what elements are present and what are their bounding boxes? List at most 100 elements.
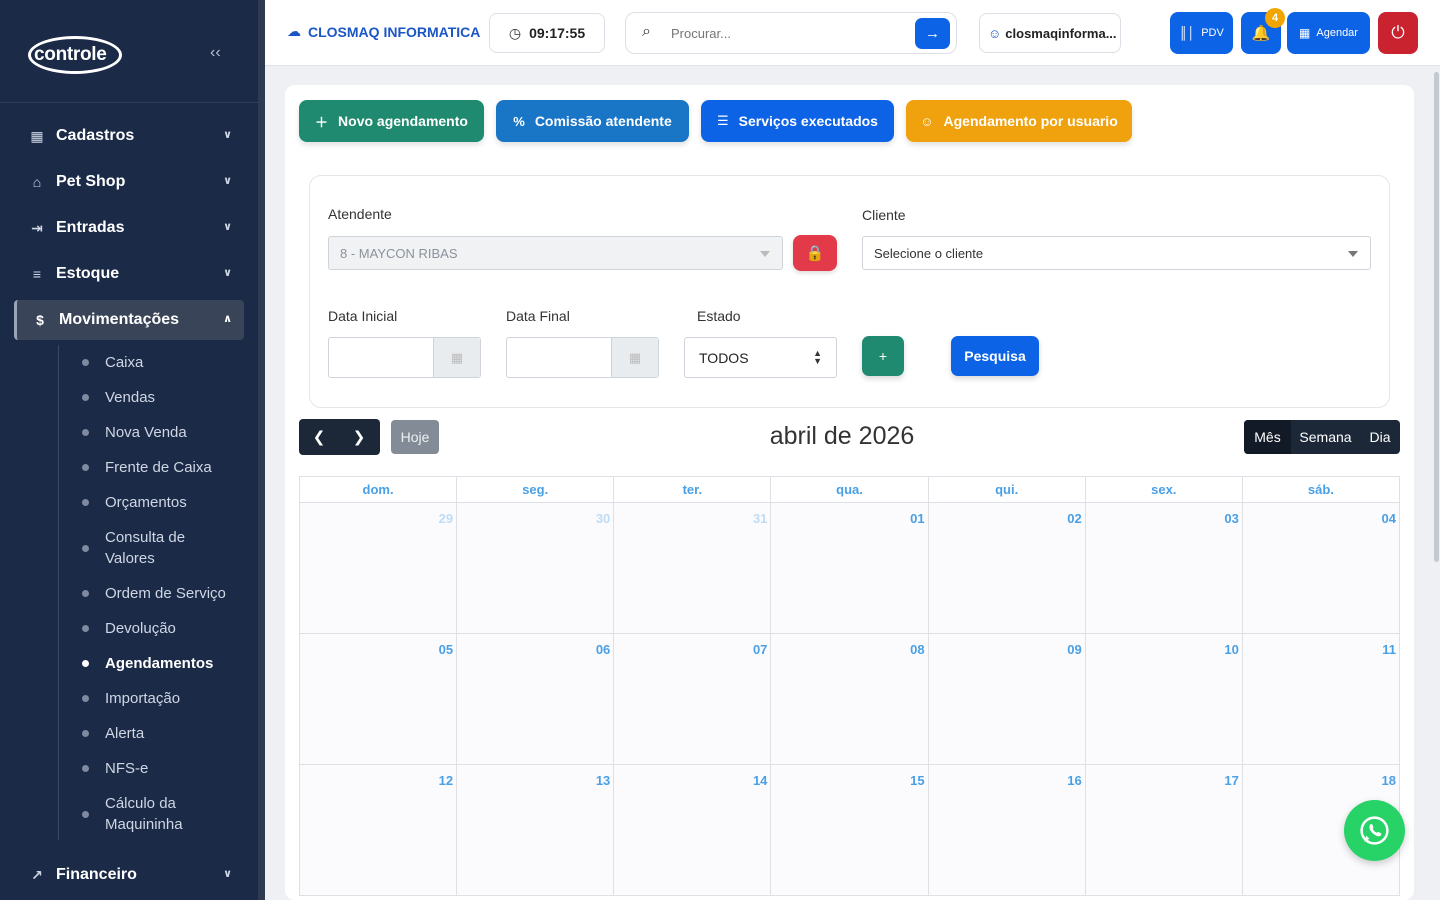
submenu-item-caixa[interactable]: Caixa xyxy=(82,352,143,373)
novo-agendamento-button[interactable]: ＋ Novo agendamento xyxy=(299,100,484,142)
sidebar-item-label: Entradas xyxy=(56,219,125,236)
calendar-day-cell[interactable]: 06 xyxy=(457,634,615,765)
data-final-field[interactable]: ▦ xyxy=(506,337,659,378)
calendar-icon[interactable]: ▦ xyxy=(611,338,658,377)
submenu-item-alerta[interactable]: Alerta xyxy=(82,723,144,744)
list-icon: ≡ xyxy=(32,266,42,282)
login-icon: ⇥ xyxy=(31,219,43,236)
prev-month-button[interactable]: ❮ xyxy=(299,419,339,455)
submenu-item-consulta-de-valores[interactable]: Consulta de Valores xyxy=(82,527,212,569)
whatsapp-button[interactable] xyxy=(1344,800,1405,861)
sidebar-item-financeiro[interactable]: ↗ Financeiro ∨ xyxy=(14,855,244,895)
calendar-day-cell[interactable]: 11 xyxy=(1242,634,1400,765)
username: closmaqinforma... xyxy=(1005,25,1117,41)
agendamento-por-usuario-button[interactable]: ☺ Agendamento por usuario xyxy=(906,100,1132,142)
servicos-executados-button[interactable]: ☰ Serviços executados xyxy=(701,100,894,142)
calendar-day-cell[interactable]: 31 xyxy=(614,503,772,634)
chevron-right-icon: ❯ xyxy=(352,429,366,446)
search-submit-button[interactable]: → xyxy=(915,18,950,49)
submenu-item-calculo-da-maquininha[interactable]: Cálculo da Maquininha xyxy=(82,793,212,835)
submenu-item-nova-venda[interactable]: Nova Venda xyxy=(82,422,187,443)
calendar-day-cell[interactable]: 07 xyxy=(614,634,772,765)
calendar-day-cell[interactable]: 13 xyxy=(457,765,615,896)
submenu-label: Cálculo da Maquininha xyxy=(105,795,183,833)
calendar-icon[interactable]: ▦ xyxy=(433,338,480,377)
bullet-icon xyxy=(82,625,89,632)
atendente-value: 8 - MAYCON RIBAS xyxy=(340,245,458,261)
calendar-day-cell[interactable]: 01 xyxy=(771,503,929,634)
submenu-item-importacao[interactable]: Importação xyxy=(82,688,180,709)
calendar-day-cell[interactable]: 15 xyxy=(771,765,929,896)
store-icon: ⌂ xyxy=(32,174,42,190)
submenu-line xyxy=(58,345,59,840)
bullet-icon xyxy=(82,359,89,366)
calendar-day-cell[interactable]: 03 xyxy=(1085,503,1243,634)
bullet-icon xyxy=(82,660,89,667)
submenu-label: Ordem de Serviço xyxy=(105,585,226,602)
sidebar-item-pet-shop[interactable]: ⌂ Pet Shop ∨ xyxy=(14,162,244,202)
calendar-day-cell[interactable]: 09 xyxy=(928,634,1086,765)
chevron-up-icon: ∧ xyxy=(223,313,232,325)
bullet-icon xyxy=(82,810,89,818)
calendar-day-cell[interactable]: 16 xyxy=(928,765,1086,896)
agendar-label: Agendar xyxy=(1316,27,1358,39)
user-menu[interactable]: ☺ closmaqinforma... xyxy=(979,13,1121,53)
submenu-item-agendamentos[interactable]: Agendamentos xyxy=(82,653,213,674)
pesquisa-button[interactable]: Pesquisa xyxy=(951,336,1039,376)
submenu-item-nfse[interactable]: NFS-e xyxy=(82,758,148,779)
view-week-button[interactable]: Semana xyxy=(1291,420,1360,454)
sidebar-item-movimentacoes[interactable]: $ Movimentações ∧ xyxy=(14,300,244,340)
sidebar-item-entradas[interactable]: ⇥ Entradas ∨ xyxy=(14,208,244,248)
sidebar-item-cadastros[interactable]: ▦ Cadastros ∨ xyxy=(14,116,244,156)
calendar-day-cell[interactable]: 12 xyxy=(300,765,458,896)
submenu-item-orcamentos[interactable]: Orçamentos xyxy=(82,492,187,513)
button-label: Agendamento por usuario xyxy=(943,113,1118,129)
calendar-day-cell[interactable]: 30 xyxy=(457,503,615,634)
unlock-atendente-button[interactable]: 🔒 xyxy=(793,235,837,271)
chevron-left-icon: ❮ xyxy=(312,429,326,446)
bullet-icon xyxy=(82,429,89,436)
company-label: CLOSMAQ INFORMATICA xyxy=(308,23,481,40)
comissao-atendente-button[interactable]: % Comissão atendente xyxy=(496,100,689,142)
calendar-day-cell[interactable]: 14 xyxy=(614,765,772,896)
user-icon: ☺ xyxy=(920,113,934,129)
calendar-day-cell[interactable]: 10 xyxy=(1085,634,1243,765)
cliente-select[interactable]: Selecione o cliente xyxy=(862,236,1371,270)
chevrons-left-icon[interactable]: ‹‹ xyxy=(210,44,221,62)
page-scrollbar[interactable] xyxy=(1434,72,1439,562)
add-filter-button[interactable]: + xyxy=(862,336,904,376)
view-month-button[interactable]: Mês xyxy=(1244,420,1291,454)
submenu-item-frente-de-caixa[interactable]: Frente de Caixa xyxy=(82,457,212,478)
lock-icon: 🔒 xyxy=(805,245,825,262)
topbar: ☁ CLOSMAQ INFORMATICA ◷ 09:17:55 ⌕ → ☺ c… xyxy=(265,0,1440,66)
submenu-label: Consulta de Valores xyxy=(105,529,186,567)
agendar-button[interactable]: ▦ Agendar xyxy=(1287,12,1370,54)
submenu-label: NFS-e xyxy=(105,760,149,777)
data-inicial-field[interactable]: ▦ xyxy=(328,337,481,378)
calendar-day-cell[interactable]: 02 xyxy=(928,503,1086,634)
next-month-button[interactable]: ❯ xyxy=(339,419,379,455)
submenu-item-vendas[interactable]: Vendas xyxy=(82,387,155,408)
sidebar-scrollbar[interactable] xyxy=(258,0,265,900)
calendar-day-cell[interactable]: 17 xyxy=(1085,765,1243,896)
view-switcher: Mês Semana Dia xyxy=(1244,420,1400,454)
today-button[interactable]: Hoje xyxy=(391,420,439,454)
bullet-icon xyxy=(82,695,89,702)
calendar-grid: dom. seg. ter. qua. qui. sex. sáb. 29 30… xyxy=(299,476,1400,896)
sidebar-item-label: Pet Shop xyxy=(56,173,126,190)
submenu-item-devolucao[interactable]: Devolução xyxy=(82,618,176,639)
sidebar-item-estoque[interactable]: ≡ Estoque ∨ xyxy=(14,254,244,294)
submenu-label: Devolução xyxy=(105,620,176,637)
logout-button[interactable]: ⏻ xyxy=(1378,12,1418,54)
submenu-item-ordem-de-servico[interactable]: Ordem de Serviço xyxy=(82,583,226,604)
view-day-button[interactable]: Dia xyxy=(1360,420,1400,454)
search-box: ⌕ → xyxy=(625,12,957,54)
search-input[interactable] xyxy=(671,23,901,43)
button-label: Comissão atendente xyxy=(534,113,672,129)
pdv-button[interactable]: ║│ PDV xyxy=(1170,12,1233,54)
calendar-day-cell[interactable]: 05 xyxy=(300,634,458,765)
calendar-day-cell[interactable]: 08 xyxy=(771,634,929,765)
calendar-day-cell[interactable]: 04 xyxy=(1242,503,1400,634)
calendar-day-cell[interactable]: 29 xyxy=(300,503,458,634)
estado-select[interactable]: TODOS ▲ ▼ xyxy=(684,337,837,378)
